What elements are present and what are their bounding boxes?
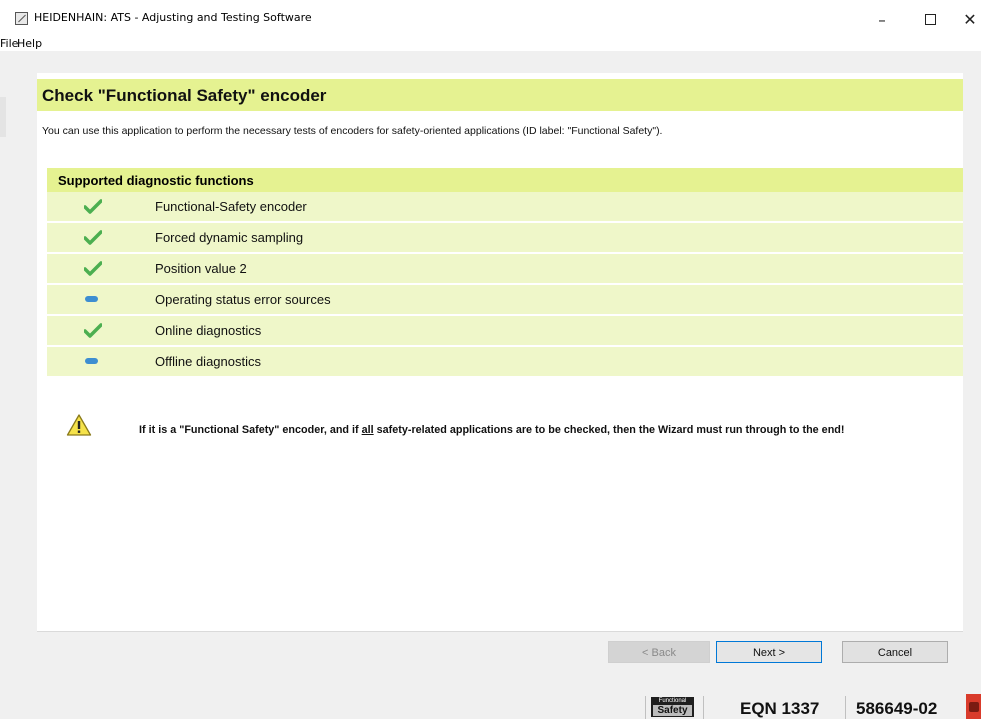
wizard-footer: < Back Next > Cancel [37,631,963,672]
status-indicator-icon [966,694,981,719]
diagnostics-header: Supported diagnostic functions [47,168,963,192]
minimize-button[interactable]: – [862,6,902,34]
functional-safety-badge: Functional Safety [651,697,694,717]
encoder-id-number: 586649-02 [856,699,938,718]
diagnostic-label: Position value 2 [155,261,247,276]
panel-header: Check "Functional Safety" encoder [37,79,963,111]
warning-text: If it is a "Functional Safety" encoder, … [139,424,844,436]
menu-file[interactable]: File [0,37,18,50]
app-icon [15,12,28,25]
model-cell: EQN 1337 [703,696,846,719]
check-icon [84,261,102,276]
intro-text: You can use this application to perform … [42,125,663,137]
page-title: Check "Functional Safety" encoder [42,86,327,105]
warning-icon [66,414,92,436]
maximize-button[interactable] [910,6,950,34]
cancel-button[interactable]: Cancel [842,641,948,663]
diagnostic-label: Online diagnostics [155,323,262,338]
diagnostic-row: Forced dynamic sampling [47,223,963,254]
check-icon [84,199,102,214]
diagnostic-row: Online diagnostics [47,316,963,347]
diagnostic-row: Operating status error sources [47,285,963,316]
warning-text-part: safety-related applications are to be ch… [373,424,845,436]
diagnostic-label: Functional-Safety encoder [155,199,307,214]
diagnostics-table: Supported diagnostic functions Functiona… [47,168,963,378]
dash-icon [85,296,98,302]
badge-line-2: Safety [653,705,692,716]
left-edge-handle [0,97,6,137]
back-button[interactable]: < Back [608,641,710,663]
status-bar: Functional Safety EQN 1337 586649-02 [0,691,981,719]
functional-safety-cell: Functional Safety [645,696,704,719]
diagnostic-label: Forced dynamic sampling [155,230,304,245]
wizard-panel: Check "Functional Safety" encoder You ca… [37,73,963,631]
close-icon: ✕ [963,10,977,29]
warning-text-part: If it is a "Functional Safety" encoder, … [139,424,362,436]
dash-icon [85,358,98,364]
maximize-icon [924,13,936,25]
menu-help[interactable]: Help [17,37,42,50]
diagnostics-header-label: Supported diagnostic functions [58,173,254,188]
warning-text-emphasis: all [361,424,374,436]
id-cell: 586649-02 [845,696,964,719]
diagnostic-row: Position value 2 [47,254,963,285]
badge-line-1: Functional [651,697,694,705]
next-button[interactable]: Next > [716,641,822,663]
title-bar: HEIDENHAIN: ATS - Adjusting and Testing … [0,0,981,36]
diagnostic-label: Operating status error sources [155,292,331,307]
check-icon [84,230,102,245]
diagnostic-row: Offline diagnostics [47,347,963,378]
minimize-icon: – [878,11,886,29]
diagnostic-row: Functional-Safety encoder [47,192,963,223]
window-title: HEIDENHAIN: ATS - Adjusting and Testing … [34,11,312,24]
diagnostic-label: Offline diagnostics [155,354,261,369]
close-button[interactable]: ✕ [950,6,981,34]
check-icon [84,323,102,338]
menu-bar: File Help [0,36,981,51]
encoder-model: EQN 1337 [740,699,820,718]
